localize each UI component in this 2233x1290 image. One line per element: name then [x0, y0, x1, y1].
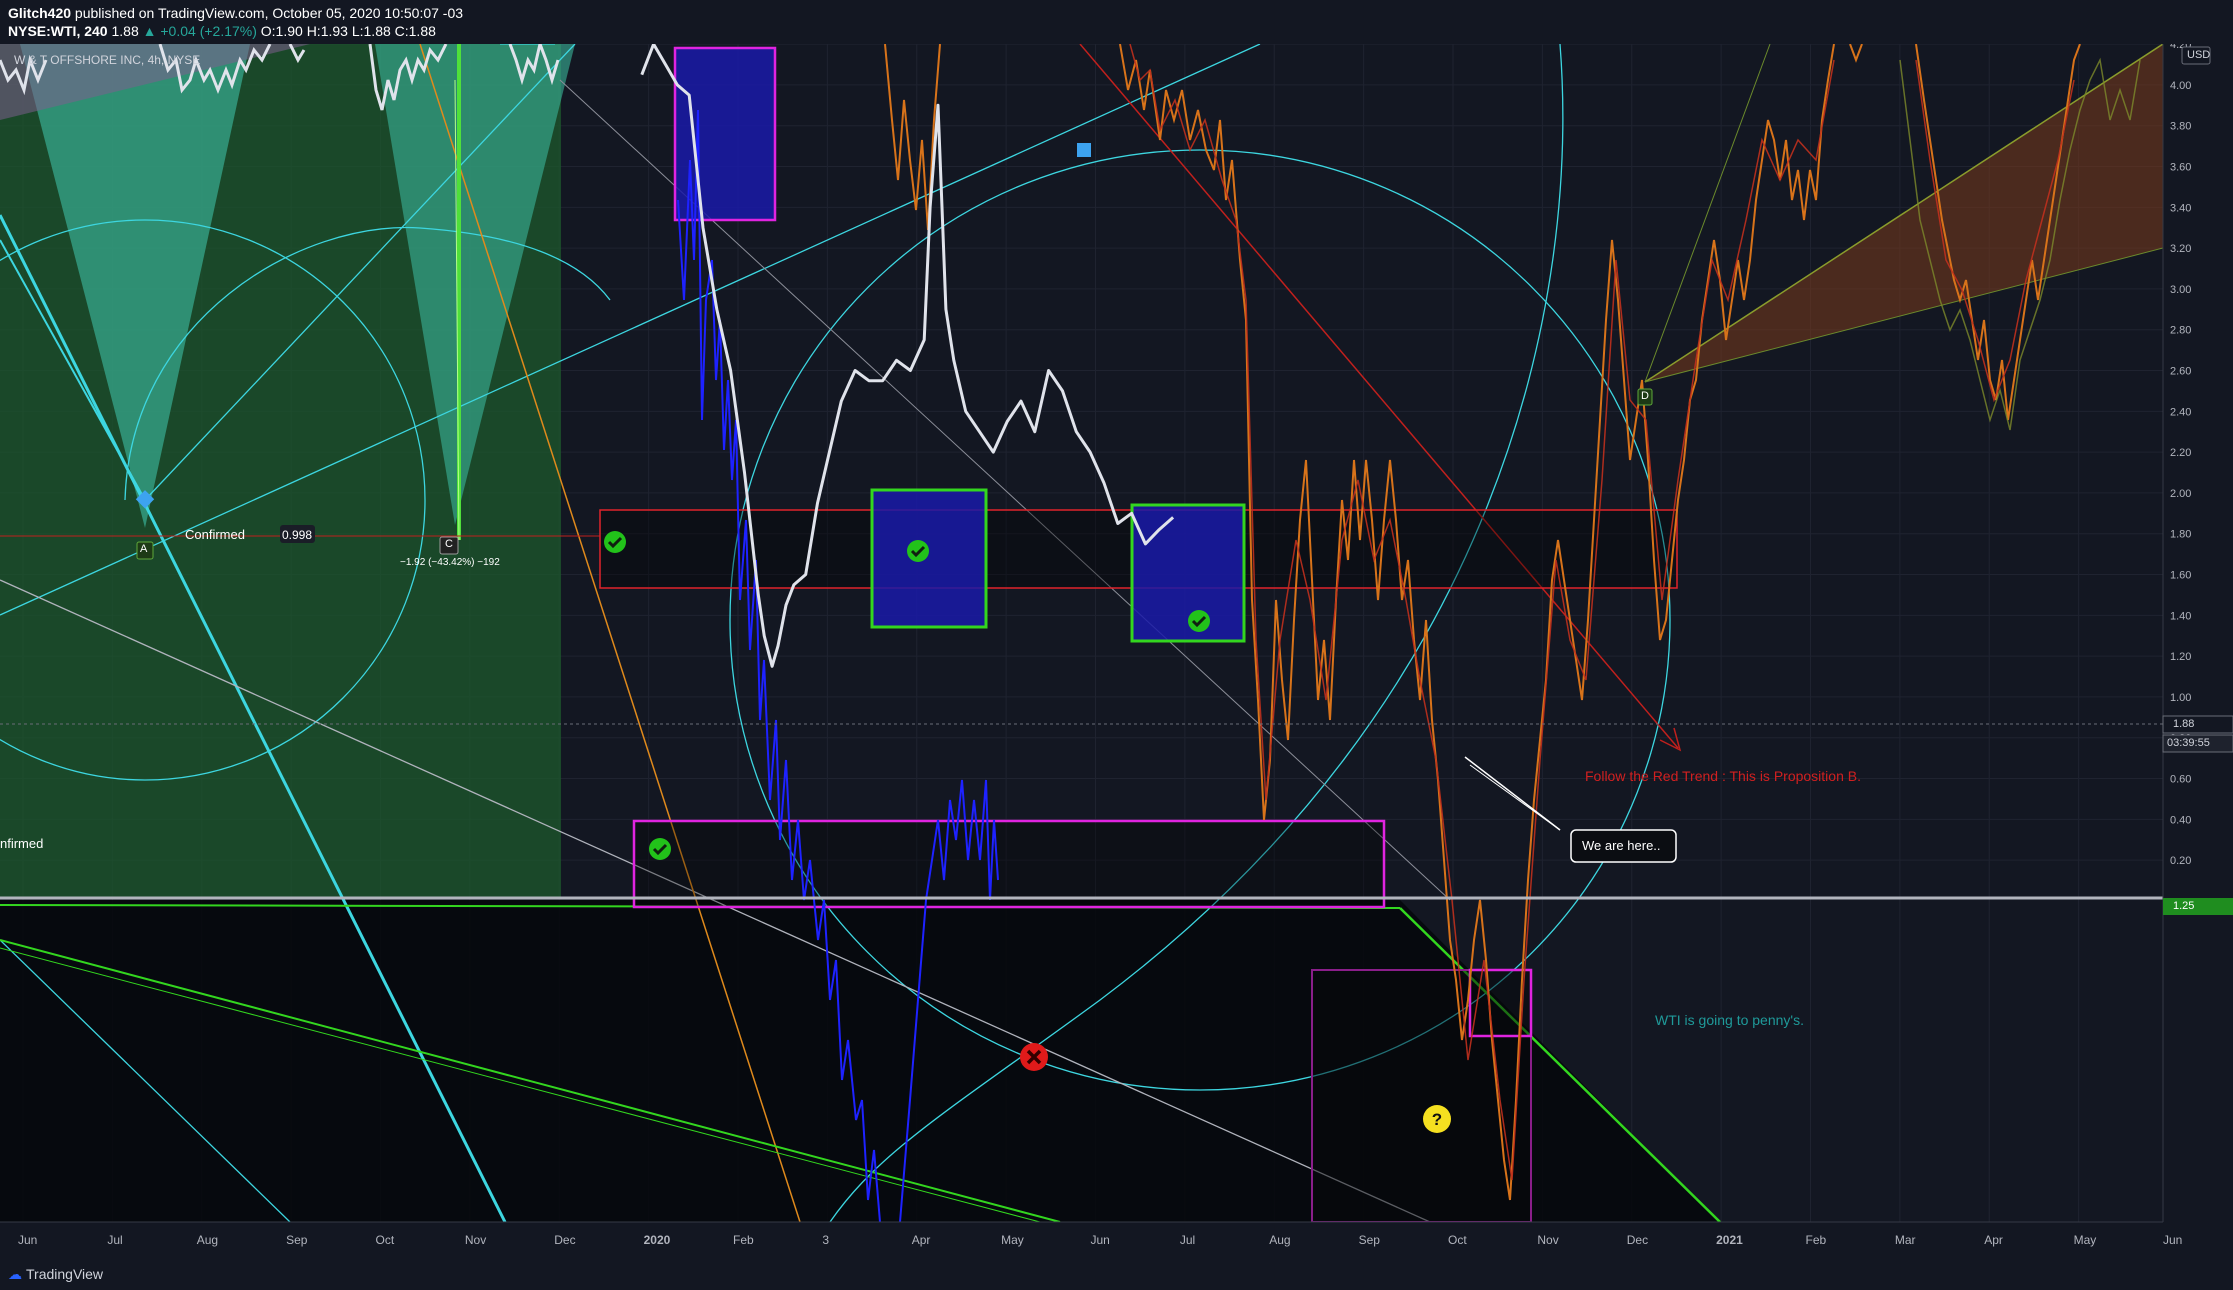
publish-text: published on TradingView.com, October 05… — [74, 5, 464, 21]
y-tick-label: 2.20 — [2170, 447, 2191, 459]
we-are-here-text: We are here.. — [1582, 838, 1661, 853]
x-tick-label: Jun — [1091, 1233, 1110, 1247]
tradingview-logo[interactable]: ☁ TradingView — [8, 1266, 103, 1283]
x-tick-label: May — [2074, 1233, 2097, 1247]
red-trend-text: Follow the Red Trend : This is Propositi… — [1585, 768, 1861, 784]
y-tick-label: 0.60 — [2170, 774, 2191, 786]
y-tick-label: 1.20 — [2170, 651, 2191, 663]
publish-info: Glitch420 published on TradingView.com, … — [8, 5, 463, 21]
x-tick-label: Mar — [1895, 1233, 1916, 1247]
point-d-label: D — [1641, 390, 1649, 402]
magenta-box-middle — [632, 819, 1386, 909]
y-tick-label: 1.60 — [2170, 570, 2191, 582]
y-tick-label: 2.40 — [2170, 406, 2191, 418]
y-tick-label: 2.00 — [2170, 488, 2191, 500]
green-box-1 — [870, 488, 988, 629]
check-icon — [1188, 610, 1210, 632]
svg-text:?: ? — [1432, 1110, 1442, 1129]
y-tick-label: 3.60 — [2170, 162, 2191, 174]
y-tick-label: 0.20 — [2170, 855, 2191, 867]
pennies-text: WTI is going to penny's. — [1655, 1012, 1804, 1028]
check-icon — [907, 540, 929, 562]
x-tick-label: Jul — [1180, 1233, 1195, 1247]
y-tick-label: 1.00 — [2170, 692, 2191, 704]
x-tick-label: Feb — [733, 1233, 754, 1247]
instrument-name: W & T OFFSHORE INC, 4h, NYSE — [14, 53, 201, 67]
x-tick-label: 2021 — [1716, 1233, 1743, 1247]
x-tick-label: Sep — [286, 1233, 308, 1247]
x-tick-label: Oct — [376, 1233, 395, 1247]
y-tick-label: 4.00 — [2170, 80, 2191, 92]
green-box-2 — [1130, 503, 1246, 643]
x-tick-label: Feb — [1806, 1233, 1827, 1247]
price-change: +0.04 (+2.17%) — [160, 23, 257, 39]
y-tick-label: 1.80 — [2170, 529, 2191, 541]
x-tick-label: May — [1001, 1233, 1024, 1247]
x-tick-label: Nov — [465, 1233, 486, 1247]
x-tick-label: Jun — [18, 1233, 37, 1247]
price-chart[interactable]: ? 4.204.003.803.603.403.203.002.802.602.… — [0, 0, 2233, 1290]
y-tick-label: 2.60 — [2170, 366, 2191, 378]
x-tick-label: Sep — [1359, 1233, 1381, 1247]
check-icon — [604, 531, 626, 553]
x-tick-label: Dec — [554, 1233, 575, 1247]
y-tick-label: 3.00 — [2170, 284, 2191, 296]
x-tick-label: Apr — [1984, 1233, 2003, 1247]
symbol-label[interactable]: NYSE:WTI, 240 — [8, 23, 108, 39]
up-arrow-icon: ▲ — [142, 23, 157, 39]
x-tick-label: Oct — [1448, 1233, 1467, 1247]
publisher-name[interactable]: Glitch420 — [8, 5, 71, 21]
brand-name: TradingView — [26, 1266, 104, 1282]
x-tick-label: Nov — [1537, 1233, 1558, 1247]
point-a-label: A — [140, 543, 148, 555]
confirmed-left-label: nfirmed — [0, 836, 44, 851]
x-tick-label: 2020 — [644, 1233, 671, 1247]
x-tick-label: 3 — [822, 1233, 829, 1247]
last-price-value: 1.88 — [2173, 718, 2195, 730]
point-c-label: C — [445, 538, 453, 550]
y-tick-label: 1.40 — [2170, 610, 2191, 622]
chart-footer: ☁ TradingView — [0, 1260, 2233, 1290]
x-tick-label: Jul — [107, 1233, 122, 1247]
time-axis[interactable] — [0, 1222, 2163, 1260]
x-tick-label: Jun — [2163, 1233, 2182, 1247]
x-tick-label: Dec — [1627, 1233, 1648, 1247]
countdown-value: 03:39:55 — [2167, 737, 2210, 749]
y-tick-label: 0.40 — [2170, 814, 2191, 826]
tradingview-cloud-icon: ☁ — [8, 1266, 22, 1282]
x-tick-label: Aug — [1269, 1233, 1290, 1247]
measure-label: −1.92 (−43.42%) −192 — [400, 557, 500, 568]
question-icon: ? — [1423, 1105, 1451, 1133]
peak-marker-square — [1077, 143, 1091, 157]
ohlc-values: O:1.90 H:1.93 L:1.88 C:1.88 — [260, 23, 436, 39]
confirmed-value: 0.998 — [282, 528, 313, 542]
cross-icon — [1020, 1043, 1048, 1071]
y-tick-label: 3.20 — [2170, 243, 2191, 255]
last-price-header: 1.88 — [111, 23, 139, 39]
chart-header: Glitch420 published on TradingView.com, … — [0, 0, 2233, 44]
check-icon — [649, 838, 671, 860]
y-tick-label: 2.80 — [2170, 325, 2191, 337]
x-tick-label: Apr — [912, 1233, 931, 1247]
symbol-info: NYSE:WTI, 240 1.88 ▲ +0.04 (+2.17%) O:1.… — [8, 23, 436, 39]
y-tick-label: 3.80 — [2170, 121, 2191, 133]
magenta-box-top — [673, 46, 777, 222]
y-tick-label: 3.40 — [2170, 202, 2191, 214]
x-tick-label: Aug — [197, 1233, 218, 1247]
confirmed-label: Confirmed — [185, 527, 245, 542]
currency-label[interactable]: USD — [2187, 49, 2210, 61]
support-price-value: 1.25 — [2173, 900, 2195, 912]
